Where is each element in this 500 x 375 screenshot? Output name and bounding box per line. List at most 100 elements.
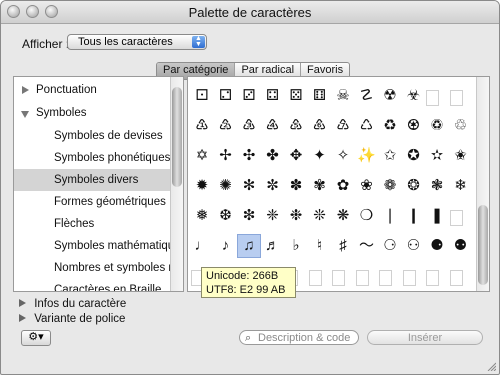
category-item-math[interactable]: Symboles mathématique xyxy=(14,235,170,257)
insert-button[interactable]: Insérer xyxy=(367,330,483,345)
empty-glyph-cell[interactable] xyxy=(426,270,439,286)
category-item-punctuation[interactable]: Ponctuation xyxy=(14,79,170,101)
glyph-cell[interactable]: ♩ xyxy=(191,235,213,257)
glyph-cell[interactable]: ❇ xyxy=(238,205,260,227)
glyph-cell[interactable]: ♬ xyxy=(262,235,284,257)
font-variant-disclosure[interactable]: Variante de police xyxy=(19,313,125,325)
glyph-cell[interactable]: ✺ xyxy=(215,175,237,197)
glyph-cell[interactable]: ✡ xyxy=(191,145,213,167)
glyph-cell[interactable]: ♮ xyxy=(309,235,331,257)
glyph-cell[interactable]: ⚉ xyxy=(450,235,472,257)
glyph-cell[interactable]: ♲ xyxy=(450,115,472,137)
glyph-cell[interactable]: ❋ xyxy=(332,205,354,227)
glyph-cell[interactable]: ✤ xyxy=(262,145,284,167)
glyph-cell[interactable]: ❃ xyxy=(426,175,448,197)
glyph-cell[interactable]: ♭ xyxy=(285,235,307,257)
glyph-cell[interactable]: ❁ xyxy=(379,175,401,197)
glyph-cell[interactable]: ❘ xyxy=(379,205,401,227)
category-item-misc-symbols[interactable]: Symboles divers xyxy=(14,169,170,191)
category-item-geometric[interactable]: Formes géométriques xyxy=(14,191,170,213)
glyph-cell[interactable]: ✣ xyxy=(238,145,260,167)
disclosure-triangle-icon[interactable] xyxy=(19,299,26,307)
category-scrollbar[interactable] xyxy=(170,77,183,291)
glyph-cell[interactable]: ❆ xyxy=(215,205,237,227)
category-item-braille[interactable]: Caractères en Braille xyxy=(14,279,170,291)
glyph-cell[interactable]: ✾ xyxy=(309,175,331,197)
glyph-cell[interactable]: ☢ xyxy=(379,85,401,107)
glyph-cell[interactable]: ⚅ xyxy=(309,85,331,107)
glyph-cell[interactable]: ♵ xyxy=(238,115,260,137)
glyph-cell[interactable]: ⚁ xyxy=(215,85,237,107)
glyph-cell[interactable]: ⚂ xyxy=(238,85,260,107)
glyph-cell[interactable]: ✦ xyxy=(309,145,331,167)
glyph-cell[interactable]: ⚃ xyxy=(262,85,284,107)
glyph-cell[interactable]: ⚀ xyxy=(191,85,213,107)
empty-glyph-cell[interactable] xyxy=(308,270,322,286)
glyph-cell[interactable]: ☡ xyxy=(356,85,378,107)
glyph-cell[interactable]: ✼ xyxy=(262,175,284,197)
empty-glyph-cell[interactable] xyxy=(379,270,392,286)
action-menu-button[interactable]: ⚙▾ xyxy=(21,330,51,346)
glyph-cell[interactable]: ♸ xyxy=(309,115,331,137)
glyph-cell[interactable]: ♴ xyxy=(215,115,237,137)
glyph-cell[interactable]: ♷ xyxy=(285,115,307,137)
glyph-cell[interactable]: ❚ xyxy=(426,205,448,227)
empty-glyph-cell[interactable] xyxy=(355,270,369,286)
glyph-cell[interactable]: ❂ xyxy=(403,175,425,197)
category-item-numbers[interactable]: Nombres et symboles nu xyxy=(14,257,170,279)
scrollbar-thumb[interactable] xyxy=(478,205,488,285)
glyph-cell[interactable]: ✬ xyxy=(450,145,472,167)
glyph-cell[interactable]: 〜 xyxy=(356,235,378,257)
empty-glyph-cell[interactable] xyxy=(426,90,439,106)
glyph-cell[interactable]: ✫ xyxy=(426,145,448,167)
empty-glyph-cell[interactable] xyxy=(332,270,345,286)
show-popup[interactable]: Tous les caractères ▲ ▼ xyxy=(67,34,207,50)
search-field[interactable]: ⌕ Description & code xyxy=(239,330,359,345)
glyph-cell[interactable]: ♫ xyxy=(237,234,261,258)
glyph-cell[interactable]: ⚈ xyxy=(426,235,448,257)
glyph-cell[interactable]: ✩ xyxy=(379,145,401,167)
glyph-cell[interactable]: ❀ xyxy=(356,175,378,197)
glyph-cell[interactable]: ❄ xyxy=(450,175,472,197)
glyph-cell[interactable]: ⚄ xyxy=(285,85,307,107)
glyph-cell[interactable]: ♺ xyxy=(356,115,378,137)
glyph-cell[interactable]: ❈ xyxy=(262,205,284,227)
glyph-cell[interactable]: ✹ xyxy=(191,175,213,197)
glyph-scrollbar[interactable] xyxy=(476,77,489,291)
empty-glyph-cell[interactable] xyxy=(449,90,463,106)
glyph-cell[interactable]: ✻ xyxy=(238,175,260,197)
glyph-cell[interactable]: ♶ xyxy=(262,115,284,137)
glyph-cell[interactable]: ☠ xyxy=(332,85,354,107)
glyph-cell[interactable]: ♻ xyxy=(379,115,401,137)
glyph-cell[interactable]: ✢ xyxy=(215,145,237,167)
disclosure-triangle-icon[interactable] xyxy=(22,86,29,94)
glyph-cell[interactable]: ⚇ xyxy=(403,235,425,257)
glyph-cell[interactable]: ♽ xyxy=(426,115,448,137)
glyph-cell[interactable]: ❅ xyxy=(191,205,213,227)
disclosure-triangle-icon[interactable] xyxy=(21,111,29,118)
character-info-disclosure[interactable]: Infos du caractère xyxy=(19,298,126,310)
glyph-cell[interactable]: ✿ xyxy=(332,175,354,197)
glyph-cell[interactable]: ☣ xyxy=(403,85,425,107)
glyph-cell[interactable]: ♼ xyxy=(403,115,425,137)
category-item-phonetic[interactable]: Symboles phonétiques xyxy=(14,147,170,169)
scrollbar-thumb[interactable] xyxy=(172,87,182,187)
glyph-cell[interactable]: ✪ xyxy=(403,145,425,167)
category-item-arrows[interactable]: Flèches xyxy=(14,213,170,235)
glyph-cell[interactable]: ♹ xyxy=(332,115,354,137)
empty-glyph-cell[interactable] xyxy=(402,270,416,286)
glyph-cell[interactable]: ⚆ xyxy=(379,235,401,257)
resize-grip-icon[interactable] xyxy=(486,361,496,371)
glyph-cell[interactable]: ✨ xyxy=(356,145,378,167)
glyph-cell[interactable]: ❙ xyxy=(403,205,425,227)
glyph-cell[interactable]: ❍ xyxy=(356,205,378,227)
glyph-cell[interactable]: ♪ xyxy=(215,235,237,257)
category-item-symbols[interactable]: Symboles xyxy=(14,102,170,124)
glyph-cell[interactable]: ✽ xyxy=(285,175,307,197)
glyph-cell[interactable]: ♯ xyxy=(332,235,354,257)
glyph-cell[interactable]: ✥ xyxy=(285,145,307,167)
glyph-cell[interactable]: ✧ xyxy=(332,145,354,167)
glyph-cell[interactable]: ❉ xyxy=(285,205,307,227)
empty-glyph-cell[interactable] xyxy=(449,270,463,286)
disclosure-triangle-icon[interactable] xyxy=(19,314,26,322)
